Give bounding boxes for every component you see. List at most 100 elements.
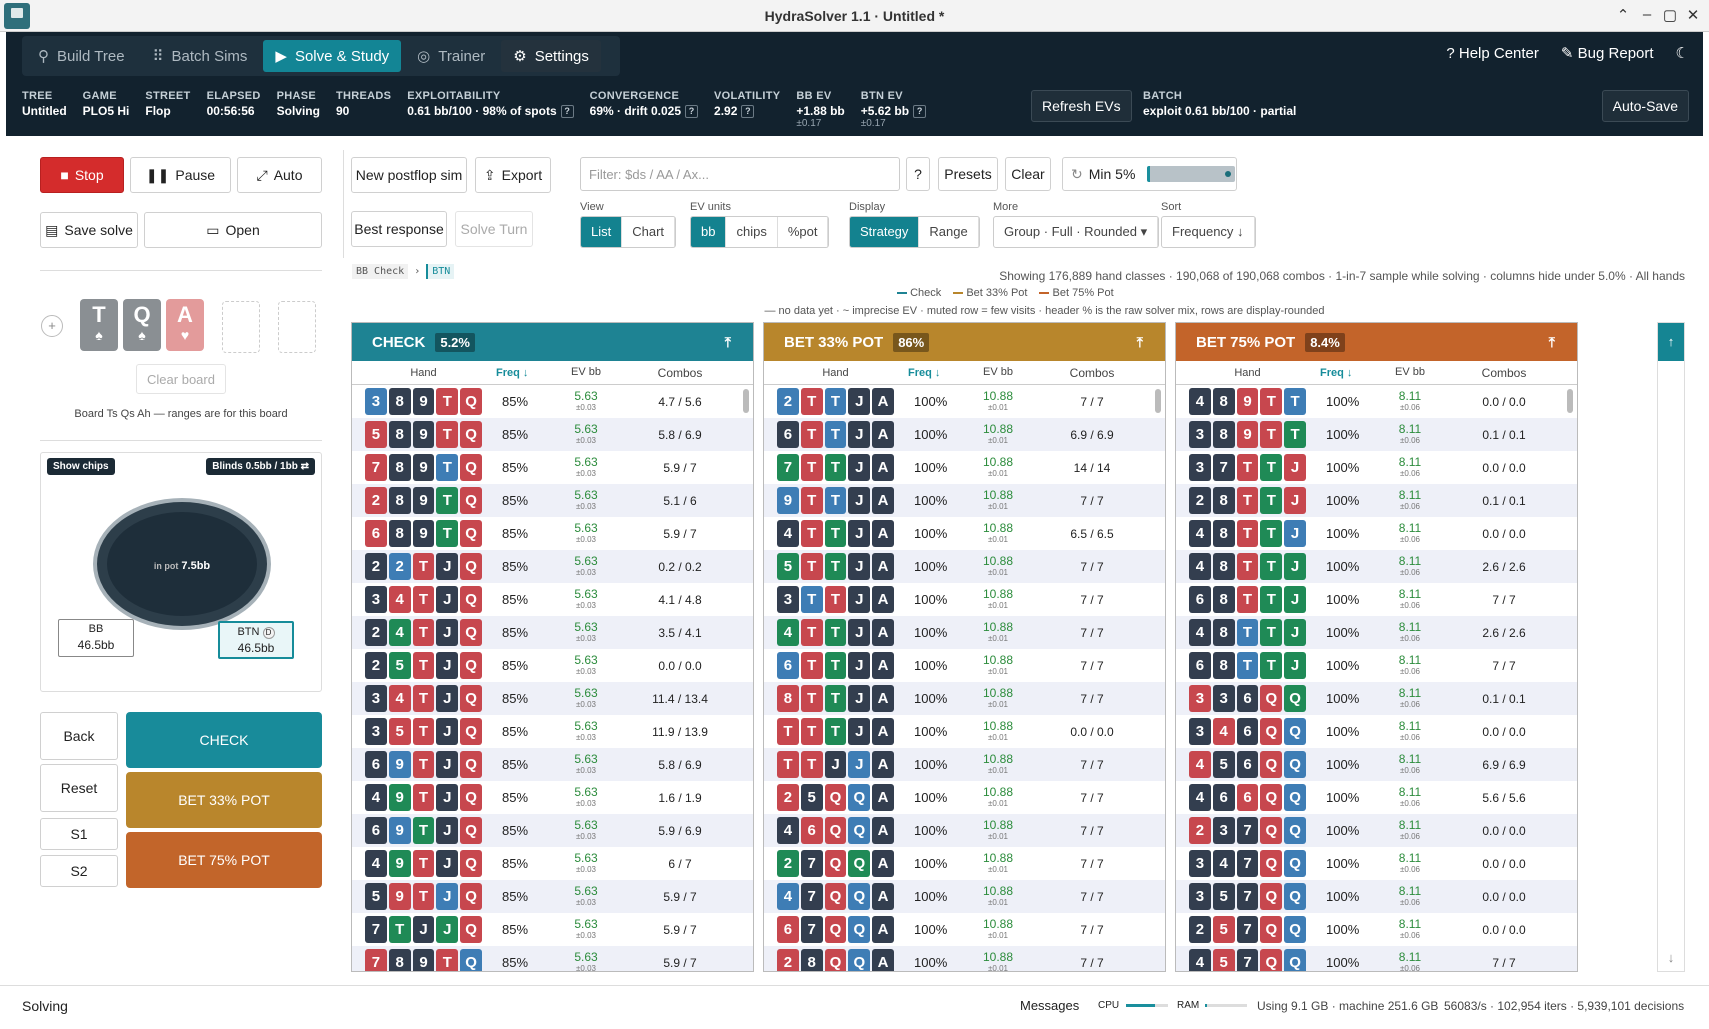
- new-postflop-sim-button[interactable]: New postflop sim: [351, 157, 467, 193]
- chevron-up-icon[interactable]: ⌃: [1612, 6, 1634, 24]
- collapse-icon[interactable]: ⤒: [1137, 334, 1143, 351]
- view-chart-option[interactable]: Chart: [622, 217, 676, 247]
- table-row[interactable]: 2 5 T J Q 85% 5.63 ±0.03 0.0 / 0.0: [352, 649, 753, 682]
- table-row[interactable]: 4 8 T T J 100% 8.11 ±0.06 0.0 / 0.0: [1176, 517, 1577, 550]
- table-row[interactable]: 3 5 T J Q 85% 5.63 ±0.03 11.9 / 13.9: [352, 715, 753, 748]
- table-row[interactable]: 4 8 T T J 100% 8.11 ±0.06 2.6 / 2.6: [1176, 616, 1577, 649]
- action-bet-33-button[interactable]: BET 33% POT: [126, 772, 322, 828]
- blinds-badge[interactable]: Blinds 0.5bb / 1bb ⇄: [206, 458, 315, 475]
- table-row[interactable]: 5 T T J A 100% 10.88 ±0.01 7 / 7: [764, 550, 1165, 583]
- table-row[interactable]: 3 5 7 Q Q 100% 8.11 ±0.06 0.0 / 0.0: [1176, 880, 1577, 913]
- table-row[interactable]: 2 5 7 Q Q 100% 8.11 ±0.06 0.0 / 0.0: [1176, 913, 1577, 946]
- table-row[interactable]: 5 8 9 T Q 85% 5.63 ±0.03 5.8 / 6.9: [352, 418, 753, 451]
- solve-turn-button[interactable]: Solve Turn: [455, 211, 533, 247]
- table-row[interactable]: T T J J A 100% 10.88 ±0.01 7 / 7: [764, 748, 1165, 781]
- presets-button[interactable]: Presets: [938, 157, 998, 191]
- minimize-icon[interactable]: –: [1636, 6, 1658, 23]
- auto-save-button[interactable]: Auto-Save: [1601, 90, 1689, 122]
- table-row[interactable]: 3 4 T J Q 85% 5.63 ±0.03 11.4 / 13.4: [352, 682, 753, 715]
- table-row[interactable]: 3 4 6 Q Q 100% 8.11 ±0.06 0.0 / 0.0: [1176, 715, 1577, 748]
- help-icon[interactable]: ?: [741, 105, 755, 119]
- scroll-down-icon[interactable]: ↓: [1658, 950, 1684, 965]
- table-row[interactable]: 2 5 Q Q A 100% 10.88 ±0.01 7 / 7: [764, 781, 1165, 814]
- tab-batch-sims[interactable]: ⠿ Batch Sims: [141, 40, 260, 72]
- tab-build-tree[interactable]: ⚲ Build Tree: [26, 40, 137, 72]
- column-scrollbar[interactable]: [1567, 389, 1573, 413]
- table-row[interactable]: 4 7 Q Q A 100% 10.88 ±0.01 7 / 7: [764, 880, 1165, 913]
- more-select[interactable]: Group · Full · Rounded ▾: [993, 216, 1160, 248]
- best-response-button[interactable]: Best response: [351, 211, 447, 247]
- help-center-link[interactable]: ? Help Center: [1446, 45, 1539, 62]
- crumb-bb-check[interactable]: BB Check: [352, 264, 409, 279]
- table-row[interactable]: 2 8 9 T Q 85% 5.63 ±0.03 5.1 / 6: [352, 484, 753, 517]
- s2-button[interactable]: S2: [40, 855, 118, 887]
- table-row[interactable]: 6 7 Q Q A 100% 10.88 ±0.01 7 / 7: [764, 913, 1165, 946]
- table-row[interactable]: 4 6 Q Q A 100% 10.88 ±0.01 7 / 7: [764, 814, 1165, 847]
- open-button[interactable]: ▭ Open: [144, 212, 322, 248]
- export-button[interactable]: ⇪ Export: [475, 157, 551, 193]
- help-icon[interactable]: ?: [685, 105, 699, 119]
- units-chips-option[interactable]: chips: [726, 217, 778, 247]
- back-button[interactable]: Back: [40, 712, 118, 760]
- messages-button[interactable]: Messages: [1020, 998, 1079, 1013]
- filter-help-button[interactable]: ?: [906, 157, 930, 191]
- table-row[interactable]: 2 3 7 Q Q 100% 8.11 ±0.06 0.0 / 0.0: [1176, 814, 1577, 847]
- help-icon[interactable]: ?: [560, 105, 574, 119]
- table-row[interactable]: 2 7 Q Q A 100% 10.88 ±0.01 7 / 7: [764, 847, 1165, 880]
- table-row[interactable]: 5 9 T J Q 85% 5.63 ±0.03 5.9 / 7: [352, 880, 753, 913]
- table-row[interactable]: 4 6 6 Q Q 100% 8.11 ±0.06 5.6 / 5.6: [1176, 781, 1577, 814]
- table-row[interactable]: 4 5 7 Q Q 100% 8.11 ±0.06 7 / 7: [1176, 946, 1577, 971]
- sort-freq-header[interactable]: Freq ↓: [894, 367, 954, 379]
- save-solve-button[interactable]: ▤ Save solve: [40, 212, 138, 248]
- pause-button[interactable]: ❚❚ Pause: [130, 157, 231, 193]
- table-row[interactable]: 6 9 T J Q 85% 5.63 ±0.03 5.8 / 6.9: [352, 748, 753, 781]
- table-row[interactable]: 4 8 T T J 100% 8.11 ±0.06 2.6 / 2.6: [1176, 550, 1577, 583]
- table-row[interactable]: 4 8 9 T T 100% 8.11 ±0.06 0.0 / 0.0: [1176, 385, 1577, 418]
- action-bet-75-button[interactable]: BET 75% POT: [126, 832, 322, 888]
- refresh-evs-button[interactable]: Refresh EVs: [1031, 90, 1132, 122]
- theme-toggle-icon[interactable]: ☾: [1676, 44, 1689, 62]
- column-scrollbar[interactable]: [743, 389, 749, 413]
- column-scrollbar[interactable]: [1155, 389, 1161, 413]
- units-pot-option[interactable]: %pot: [778, 217, 829, 247]
- show-chips-button[interactable]: Show chips: [47, 458, 115, 475]
- table-row[interactable]: 7 8 9 T Q 85% 5.63 ±0.03 5.9 / 7: [352, 451, 753, 484]
- close-icon[interactable]: ✕: [1682, 6, 1704, 24]
- sort-freq-header[interactable]: Freq ↓: [1306, 367, 1366, 379]
- table-row[interactable]: 3 8 9 T T 100% 8.11 ±0.06 0.1 / 0.1: [1176, 418, 1577, 451]
- table-row[interactable]: 7 T J J Q 85% 5.63 ±0.03 5.9 / 7: [352, 913, 753, 946]
- collapse-icon[interactable]: ⤒: [1549, 334, 1555, 351]
- table-row[interactable]: 3 T T J A 100% 10.88 ±0.01 7 / 7: [764, 583, 1165, 616]
- display-strategy-option[interactable]: Strategy: [850, 217, 920, 247]
- collapse-icon[interactable]: ⤒: [725, 334, 731, 351]
- table-row[interactable]: 4 9 T J Q 85% 5.63 ±0.03 6 / 7: [352, 847, 753, 880]
- table-row[interactable]: T T T J A 100% 10.88 ±0.01 0.0 / 0.0: [764, 715, 1165, 748]
- table-row[interactable]: 3 4 7 Q Q 100% 8.11 ±0.06 0.0 / 0.0: [1176, 847, 1577, 880]
- table-row[interactable]: 4 9 T J Q 85% 5.63 ±0.03 1.6 / 1.9: [352, 781, 753, 814]
- add-card-icon[interactable]: +: [41, 315, 63, 337]
- scroll-top-icon[interactable]: ↑: [1658, 323, 1684, 361]
- table-row[interactable]: 3 4 T J Q 85% 5.63 ±0.03 4.1 / 4.8: [352, 583, 753, 616]
- table-row[interactable]: 6 8 T T J 100% 8.11 ±0.06 7 / 7: [1176, 649, 1577, 682]
- stop-button[interactable]: ■ Stop: [40, 157, 124, 193]
- filter-input[interactable]: Filter: $ds / AA / Ax...: [580, 157, 900, 191]
- table-row[interactable]: 6 9 T J Q 85% 5.63 ±0.03 5.9 / 6.9: [352, 814, 753, 847]
- table-row[interactable]: 3 3 6 Q Q 100% 8.11 ±0.06 0.1 / 0.1: [1176, 682, 1577, 715]
- table-row[interactable]: 4 5 6 Q Q 100% 8.11 ±0.06 6.9 / 6.9: [1176, 748, 1577, 781]
- units-bb-option[interactable]: bb: [691, 217, 727, 247]
- clear-filter-button[interactable]: Clear: [1005, 157, 1051, 191]
- clear-board-button[interactable]: Clear board: [136, 364, 226, 394]
- help-icon[interactable]: ?: [913, 105, 927, 119]
- sort-freq-header[interactable]: Freq ↓: [482, 367, 542, 379]
- table-row[interactable]: 2 2 T J Q 85% 5.63 ±0.03 0.2 / 0.2: [352, 550, 753, 583]
- table-row[interactable]: 4 T T J A 100% 10.88 ±0.01 7 / 7: [764, 616, 1165, 649]
- min-frequency-slider[interactable]: [1147, 166, 1236, 182]
- table-row[interactable]: 6 8 T T J 100% 8.11 ±0.06 7 / 7: [1176, 583, 1577, 616]
- table-row[interactable]: 9 T T J A 100% 10.88 ±0.01 7 / 7: [764, 484, 1165, 517]
- table-row[interactable]: 3 7 T T J 100% 8.11 ±0.06 0.0 / 0.0: [1176, 451, 1577, 484]
- seat-bb[interactable]: BB 46.5bb: [58, 619, 134, 657]
- bug-report-link[interactable]: ✎ Bug Report: [1561, 44, 1654, 62]
- reset-button[interactable]: Reset: [40, 764, 118, 812]
- table-row[interactable]: 4 T T J A 100% 10.88 ±0.01 6.5 / 6.5: [764, 517, 1165, 550]
- auto-button[interactable]: ⤢ Auto: [237, 157, 322, 193]
